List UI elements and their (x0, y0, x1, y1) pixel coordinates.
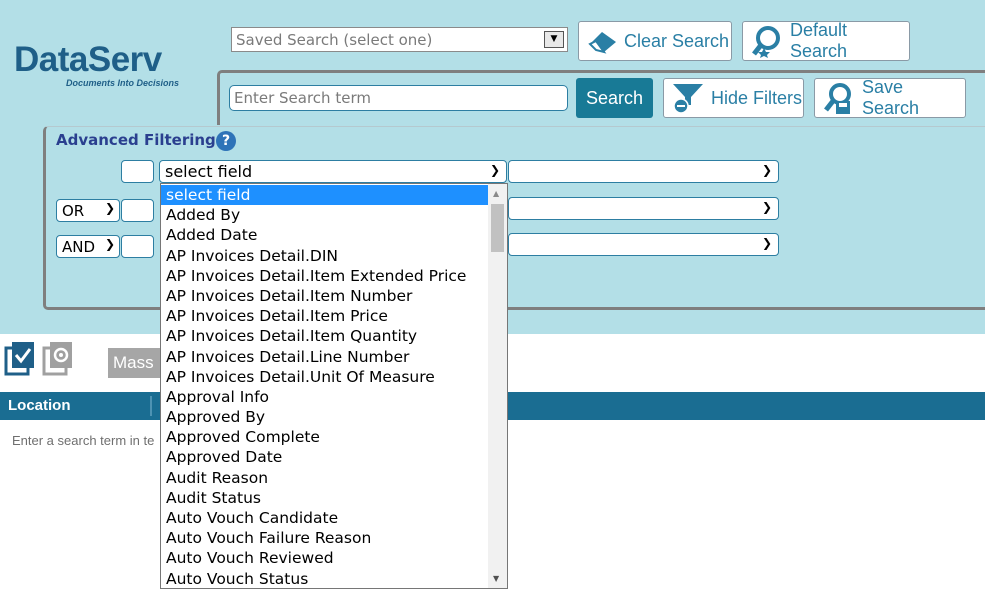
dropdown-option[interactable]: Auto Vouch Status (161, 569, 488, 588)
dropdown-option[interactable]: Approval Info (161, 387, 488, 407)
saved-search-placeholder: Saved Search (select one) (236, 31, 433, 49)
clear-search-button[interactable]: Clear Search (578, 21, 732, 61)
save-search-button[interactable]: Save Search (814, 77, 966, 118)
default-search-label: Default Search (789, 20, 848, 61)
default-search-button[interactable]: Default Search (742, 20, 910, 61)
dropdown-option[interactable]: Audit Status (161, 488, 488, 508)
search-input[interactable]: Enter Search term (229, 85, 568, 111)
dropdown-option[interactable]: AP Invoices Detail.Line Number (161, 347, 488, 367)
dropdown-option[interactable]: Approved Complete (161, 427, 488, 447)
dropdown-option[interactable]: AP Invoices Detail.DIN (161, 246, 488, 266)
empty-results-message: Enter a search term in te (12, 433, 155, 448)
dropdown-option[interactable]: AP Invoices Detail.Unit Of Measure (161, 367, 488, 387)
dropdown-option[interactable]: select field (161, 185, 488, 205)
help-icon[interactable]: ? (216, 131, 236, 151)
dropdown-option[interactable]: Auto Vouch Candidate (161, 508, 488, 528)
column-divider (150, 396, 152, 416)
dropdown-option[interactable]: AP Invoices Detail.Item Quantity (161, 326, 488, 346)
scroll-down-icon[interactable]: ▼ (493, 574, 499, 583)
advanced-filtering-title: Advanced Filtering (56, 131, 216, 149)
chevron-down-icon: ❯ (489, 163, 500, 177)
chevron-down-icon: ❯ (761, 236, 772, 250)
field-select[interactable]: select field ❯ (159, 160, 507, 183)
column-header-location[interactable]: Location (8, 397, 71, 414)
logo-tagline: Documents Into Decisions (66, 78, 180, 88)
operator-value: AND (62, 238, 96, 256)
hide-filters-button[interactable]: Hide Filters (663, 78, 804, 118)
chevron-down-icon: ❯ (761, 200, 772, 214)
save-search-label: Save Search (861, 77, 920, 118)
dropdown-option[interactable]: AP Invoices Detail.Item Price (161, 306, 488, 326)
paren-open-input[interactable] (121, 235, 154, 258)
value-select[interactable]: ❯ (508, 197, 779, 220)
clear-search-label: Clear Search (624, 30, 730, 51)
value-select[interactable]: ❯ (508, 160, 779, 183)
dropdown-option[interactable]: AP Invoices Detail.Item Extended Price (161, 266, 488, 286)
magnifier-star-icon (752, 26, 780, 58)
eraser-icon (588, 32, 616, 54)
field-select-value: select field (165, 162, 253, 181)
saved-search-select[interactable]: Saved Search (select one) ▼ (231, 27, 568, 52)
logo-text: DataServ (14, 40, 162, 79)
scroll-thumb[interactable] (491, 204, 504, 252)
mass-action-button[interactable]: Mass (108, 348, 163, 378)
dropdown-option[interactable]: Auto Vouch Failure Reason (161, 528, 488, 548)
document-view-icon[interactable] (42, 340, 74, 376)
dropdown-option[interactable]: Added By (161, 205, 488, 225)
operator-value: OR (62, 202, 85, 220)
chevron-down-icon[interactable]: ▼ (544, 31, 564, 48)
paren-open-input[interactable] (121, 160, 154, 183)
scroll-up-icon[interactable]: ▲ (493, 189, 499, 198)
dropdown-option[interactable]: AP Invoices Detail.Item Number (161, 286, 488, 306)
logo: DataServ Documents Into Decisions (14, 40, 204, 90)
operator-select[interactable]: OR ❯ (56, 199, 120, 222)
value-select[interactable]: ❯ (508, 233, 779, 256)
magnifier-save-icon (824, 83, 851, 114)
chevron-down-icon: ❯ (104, 237, 115, 251)
chevron-down-icon: ❯ (104, 201, 115, 215)
operator-select[interactable]: AND ❯ (56, 235, 120, 258)
dropdown-scrollbar[interactable]: ▲ ▼ (488, 184, 507, 588)
dropdown-option[interactable]: Approved Date (161, 447, 488, 467)
select-all-icon[interactable] (4, 340, 36, 376)
chevron-down-icon: ❯ (761, 163, 772, 177)
field-dropdown-list[interactable]: select field Added By Added Date AP Invo… (160, 183, 508, 589)
dropdown-option[interactable]: Audit Reason (161, 468, 488, 488)
search-button[interactable]: Search (576, 78, 653, 118)
dropdown-option[interactable]: Approved By (161, 407, 488, 427)
filter-icon (673, 84, 703, 114)
hide-filters-label: Hide Filters (711, 87, 803, 108)
dropdown-option[interactable]: Auto Vouch Reviewed (161, 548, 488, 568)
paren-open-input[interactable] (121, 199, 154, 222)
search-placeholder: Enter Search term (234, 89, 371, 107)
dropdown-option[interactable]: Added Date (161, 225, 488, 245)
